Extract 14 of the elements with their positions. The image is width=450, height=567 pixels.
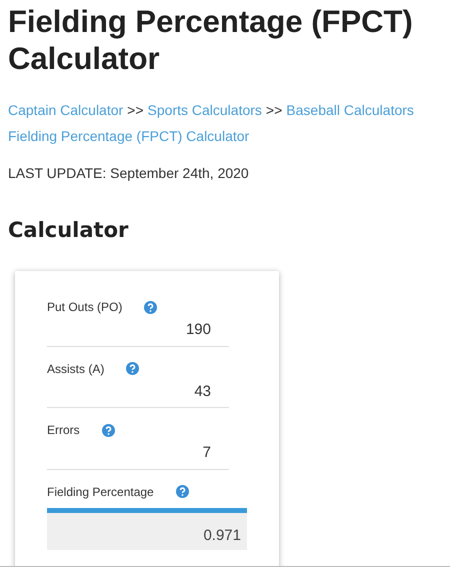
field-label: Fielding Percentage	[47, 484, 154, 501]
result-field[interactable]: 0.971	[47, 508, 247, 550]
field-label: Put Outs (PO)	[47, 299, 122, 316]
section-heading: Calculator	[8, 218, 130, 244]
breadcrumb-separator: >>	[127, 101, 144, 120]
page-title: Fielding Percentage (FPCT) Calculator	[8, 3, 414, 77]
field-label: Assists (A)	[47, 360, 104, 378]
help-icon[interactable]	[126, 362, 140, 376]
breadcrumb-separator: >>	[266, 101, 282, 120]
last-update-text: LAST UPDATE: September 24th, 2020	[8, 164, 250, 183]
help-icon[interactable]	[176, 485, 189, 498]
help-icon[interactable]	[102, 424, 115, 437]
field-label: Errors	[47, 422, 80, 440]
help-icon[interactable]	[144, 300, 158, 314]
